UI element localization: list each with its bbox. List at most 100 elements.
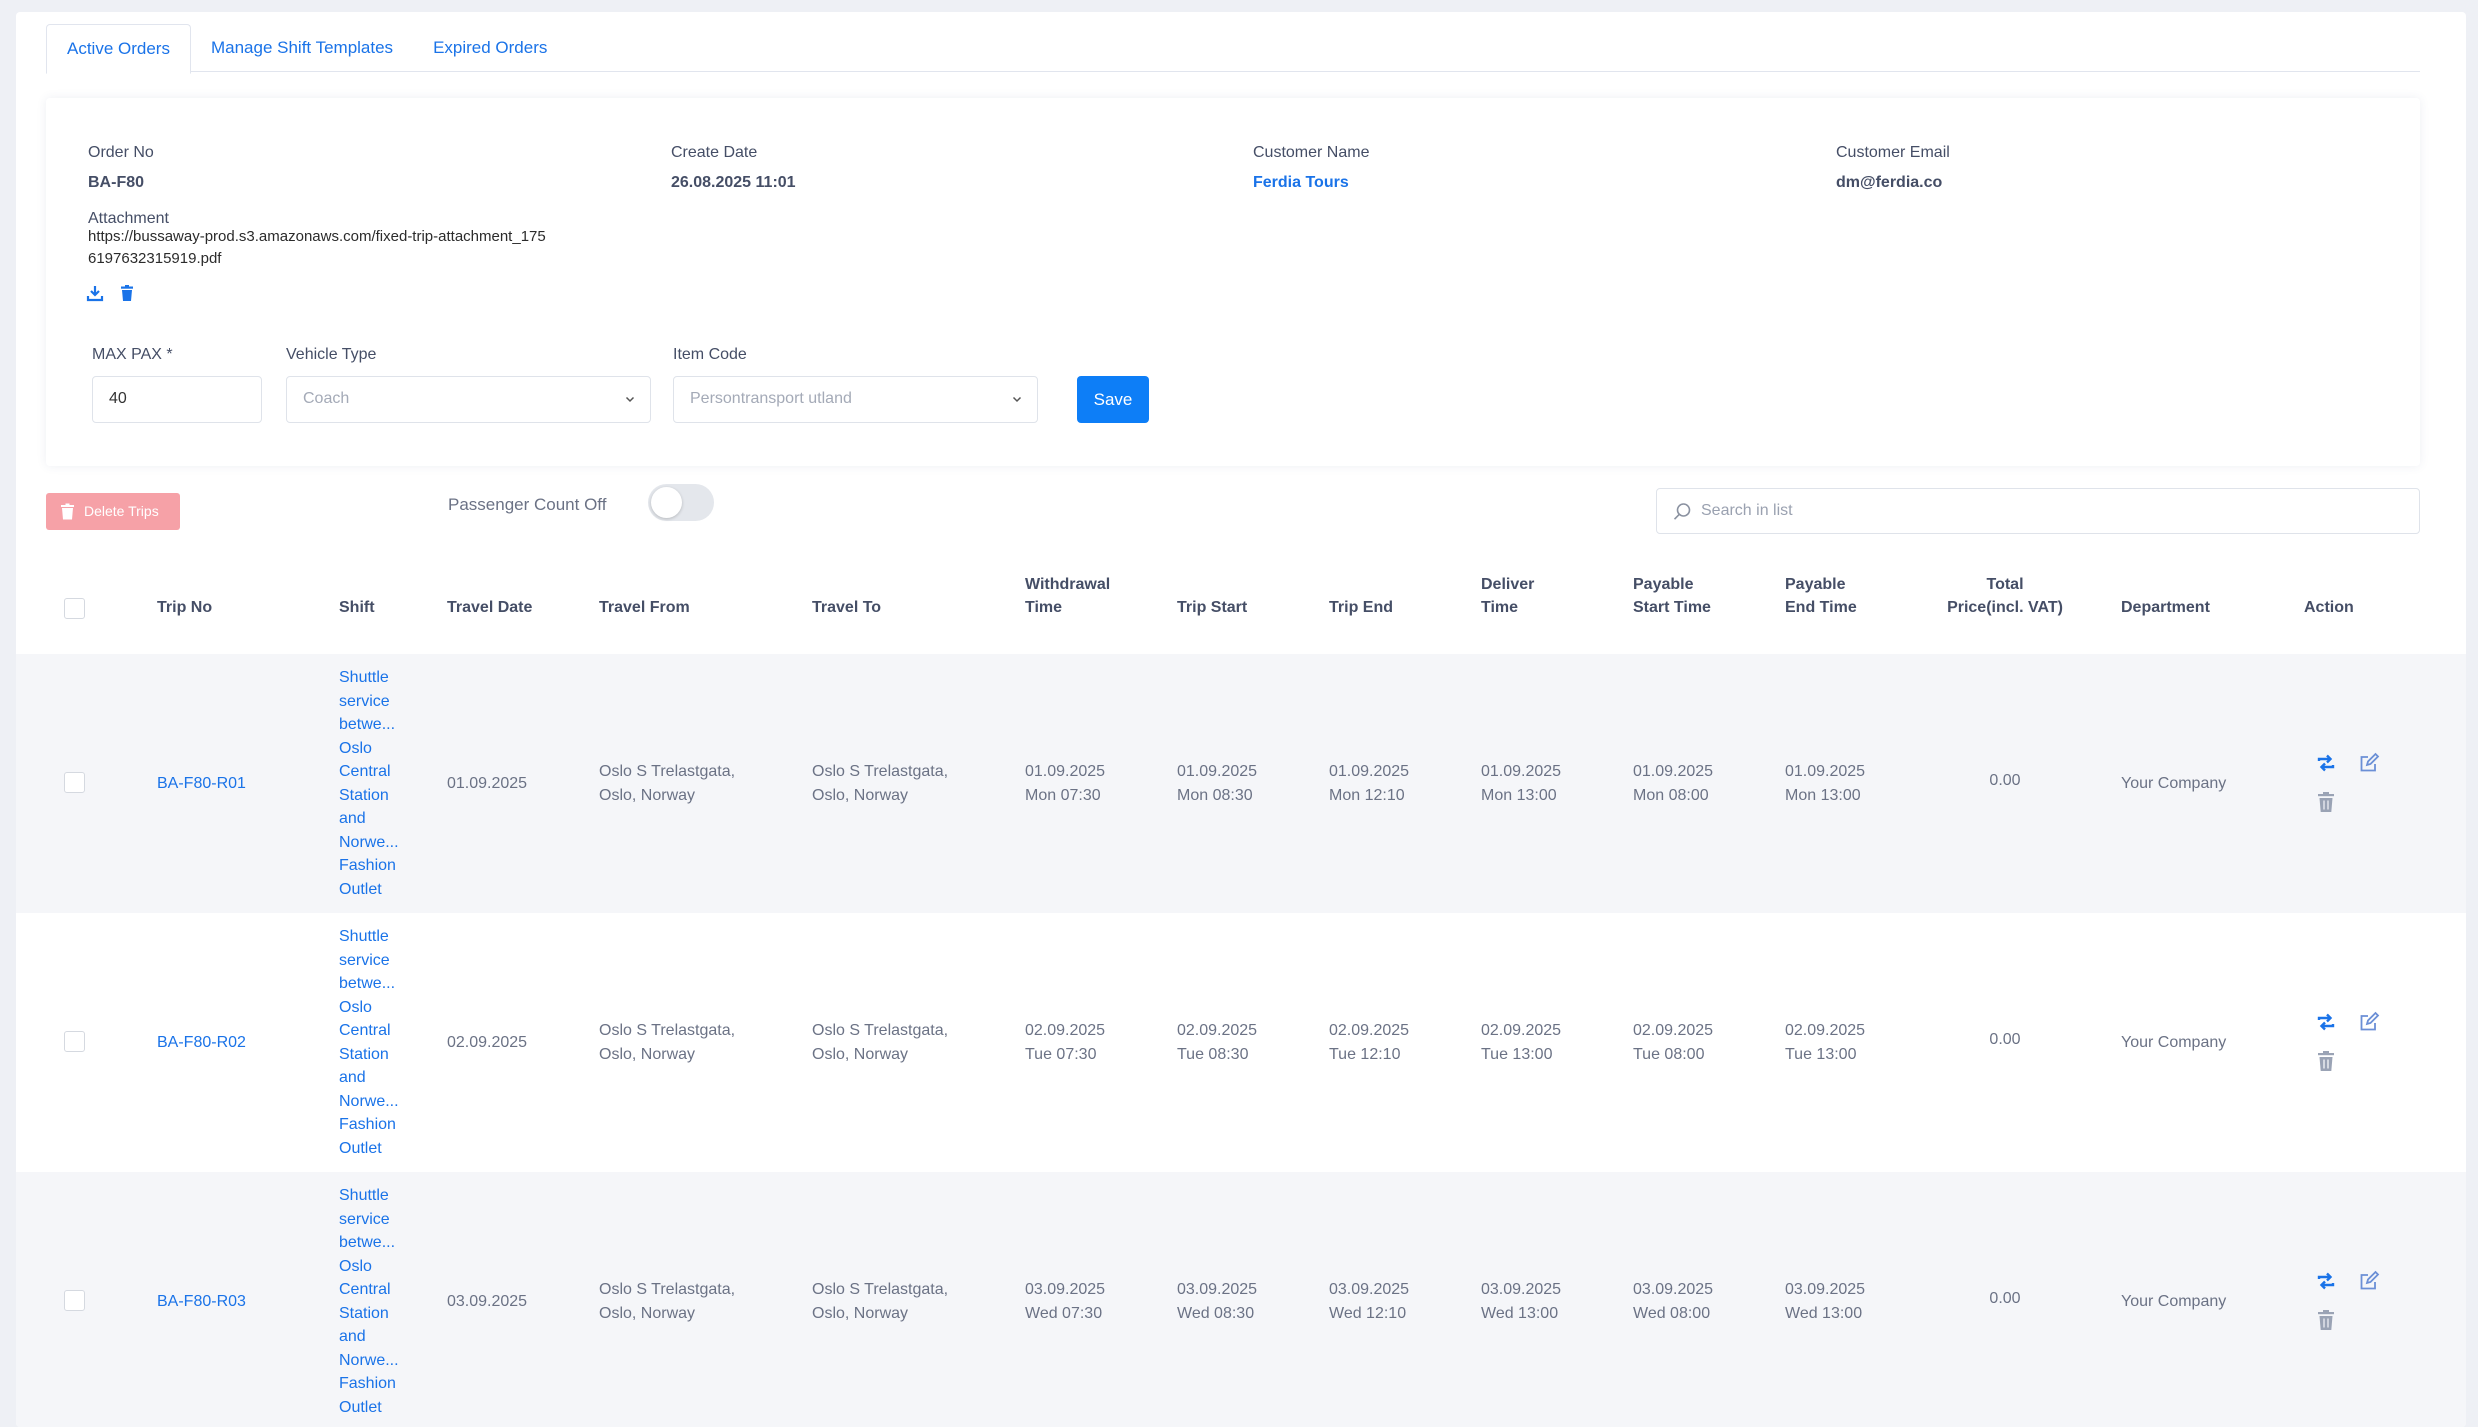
travel-to: Oslo S Trelastgata, Oslo, Norway bbox=[812, 1019, 948, 1066]
shift-line: Station bbox=[339, 786, 389, 804]
trip-no-link[interactable]: BA-F80-R01 bbox=[157, 772, 246, 796]
shift-line: Norwe... bbox=[339, 1092, 399, 1110]
trash-icon[interactable] bbox=[2315, 791, 2337, 813]
travel-to-line: Oslo, Norway bbox=[812, 786, 909, 804]
search-input[interactable] bbox=[1701, 489, 2401, 532]
travel-to: Oslo S Trelastgata, Oslo, Norway bbox=[812, 1278, 948, 1325]
orders-page: Active Orders Manage Shift Templates Exp… bbox=[16, 12, 2466, 1427]
passenger-count-toggle[interactable] bbox=[648, 484, 714, 521]
chevron-down-icon bbox=[625, 396, 635, 403]
table-row: BA-F80-R03 Shuttle service betwe... Oslo… bbox=[16, 1172, 2466, 1427]
table-row: BA-F80-R01 Shuttle service betwe... Oslo… bbox=[16, 654, 2466, 913]
header-pay-end-line1: Payable bbox=[1785, 576, 1846, 593]
chevron-down-icon bbox=[1012, 396, 1022, 403]
header-travel-to[interactable]: Travel To bbox=[812, 596, 881, 619]
header-pay-start-line2: Start Time bbox=[1633, 599, 1711, 616]
travel-from-line: Oslo, Norway bbox=[599, 1045, 696, 1063]
header-travel-date[interactable]: Travel Date bbox=[447, 596, 532, 619]
header-travel-from[interactable]: Travel From bbox=[599, 596, 690, 619]
shift-line: Outlet bbox=[339, 1398, 382, 1416]
trash-icon[interactable] bbox=[2315, 1309, 2337, 1331]
deliver-day-time: Wed 13:00 bbox=[1481, 1304, 1559, 1322]
trip-no-link[interactable]: BA-F80-R02 bbox=[157, 1031, 246, 1055]
header-department[interactable]: Department bbox=[2121, 596, 2210, 619]
deliver-time: 01.09.2025 Mon 13:00 bbox=[1481, 760, 1561, 807]
item-code-select[interactable]: Persontransport utland bbox=[673, 376, 1038, 423]
row-checkbox[interactable] bbox=[64, 1031, 85, 1052]
shift-line: Central bbox=[339, 1281, 391, 1298]
payable-end-day-time: Mon 13:00 bbox=[1785, 786, 1861, 804]
download-icon[interactable] bbox=[86, 284, 104, 302]
trash-icon bbox=[61, 503, 74, 520]
total-price: 0.00 bbox=[1989, 1290, 2021, 1307]
payable-start: 02.09.2025 Tue 08:00 bbox=[1633, 1019, 1713, 1066]
tab-expired-orders[interactable]: Expired Orders bbox=[413, 24, 567, 72]
header-total-price[interactable]: Total Price(incl. VAT) bbox=[1930, 573, 2080, 619]
shift-link[interactable]: Shuttle service betwe... Oslo Central St… bbox=[339, 1184, 399, 1419]
header-withdrawal-line1: Withdrawal bbox=[1025, 576, 1111, 593]
payable-end: 01.09.2025 Mon 13:00 bbox=[1785, 760, 1865, 807]
shift-link[interactable]: Shuttle service betwe... Oslo Central St… bbox=[339, 666, 399, 901]
max-pax-label: MAX PAX * bbox=[92, 346, 173, 363]
shift-line: Fashion bbox=[339, 1375, 396, 1392]
trip-no-link[interactable]: BA-F80-R03 bbox=[157, 1290, 246, 1314]
travel-date: 03.09.2025 bbox=[447, 1293, 528, 1310]
header-pay-end-line2: End Time bbox=[1785, 599, 1857, 616]
edit-icon[interactable] bbox=[2358, 1270, 2380, 1292]
trash-icon[interactable] bbox=[118, 284, 136, 302]
search-box bbox=[1656, 488, 2420, 534]
trip-start-day-time: Wed 08:30 bbox=[1177, 1304, 1255, 1322]
travel-from: Oslo S Trelastgata, Oslo, Norway bbox=[599, 1019, 735, 1066]
header-shift[interactable]: Shift bbox=[339, 596, 375, 619]
row-checkbox[interactable] bbox=[64, 772, 85, 793]
department: Your Company bbox=[2121, 775, 2227, 792]
trash-icon[interactable] bbox=[2315, 1050, 2337, 1072]
shift-line: Shuttle bbox=[339, 1187, 389, 1204]
header-payable-end[interactable]: Payable End Time bbox=[1785, 573, 1857, 619]
customer-name-link[interactable]: Ferdia Tours bbox=[1253, 174, 1349, 192]
customer-name-label: Customer Name bbox=[1253, 144, 1370, 161]
repeat-icon[interactable] bbox=[2315, 1270, 2337, 1292]
payable-end-date: 03.09.2025 bbox=[1785, 1281, 1866, 1298]
select-all-checkbox[interactable] bbox=[64, 598, 85, 619]
row-checkbox[interactable] bbox=[64, 1290, 85, 1311]
create-date-label: Create Date bbox=[671, 144, 758, 161]
table-header: Trip No Shift Travel Date Travel From Tr… bbox=[16, 560, 2466, 654]
withdrawal-date: 01.09.2025 bbox=[1025, 763, 1106, 780]
trip-end-date: 02.09.2025 bbox=[1329, 1022, 1410, 1039]
tab-active-orders[interactable]: Active Orders bbox=[46, 24, 191, 74]
deliver-day-time: Mon 13:00 bbox=[1481, 786, 1557, 804]
repeat-icon[interactable] bbox=[2315, 1011, 2337, 1033]
delete-trips-button[interactable]: Delete Trips bbox=[46, 493, 180, 530]
payable-end: 02.09.2025 Tue 13:00 bbox=[1785, 1019, 1865, 1066]
payable-start-date: 02.09.2025 bbox=[1633, 1022, 1714, 1039]
shift-line: Central bbox=[339, 1022, 391, 1039]
tab-manage-shift-templates[interactable]: Manage Shift Templates bbox=[191, 24, 413, 72]
header-trip-no[interactable]: Trip No bbox=[157, 596, 212, 619]
shift-line: betwe... bbox=[339, 1234, 396, 1251]
shift-line: betwe... bbox=[339, 975, 396, 992]
header-deliver-time[interactable]: Deliver Time bbox=[1481, 573, 1534, 619]
department: Your Company bbox=[2121, 1034, 2227, 1051]
repeat-icon[interactable] bbox=[2315, 752, 2337, 774]
edit-icon[interactable] bbox=[2358, 1011, 2380, 1033]
vehicle-type-value: Coach bbox=[303, 390, 350, 407]
attachment-url[interactable]: https://bussaway-prod.s3.amazonaws.com/f… bbox=[88, 226, 548, 270]
trip-start-day-time: Tue 08:30 bbox=[1177, 1045, 1249, 1063]
header-withdrawal-time[interactable]: Withdrawal Time bbox=[1025, 573, 1110, 619]
trip-start: 01.09.2025 Mon 08:30 bbox=[1177, 760, 1257, 807]
header-trip-start[interactable]: Trip Start bbox=[1177, 596, 1247, 619]
shift-link[interactable]: Shuttle service betwe... Oslo Central St… bbox=[339, 925, 399, 1160]
total-price: 0.00 bbox=[1989, 1031, 2021, 1048]
payable-start-day-time: Wed 08:00 bbox=[1633, 1304, 1711, 1322]
header-trip-end[interactable]: Trip End bbox=[1329, 596, 1393, 619]
shift-line: and bbox=[339, 1069, 366, 1086]
payable-end-date: 02.09.2025 bbox=[1785, 1022, 1866, 1039]
header-payable-start[interactable]: Payable Start Time bbox=[1633, 573, 1711, 619]
edit-icon[interactable] bbox=[2358, 752, 2380, 774]
tab-bar: Active Orders Manage Shift Templates Exp… bbox=[46, 24, 2420, 74]
vehicle-type-select[interactable]: Coach bbox=[286, 376, 651, 423]
shift-line: Outlet bbox=[339, 1139, 382, 1157]
max-pax-input[interactable]: 40 bbox=[92, 376, 262, 423]
save-button[interactable]: Save bbox=[1077, 376, 1149, 423]
